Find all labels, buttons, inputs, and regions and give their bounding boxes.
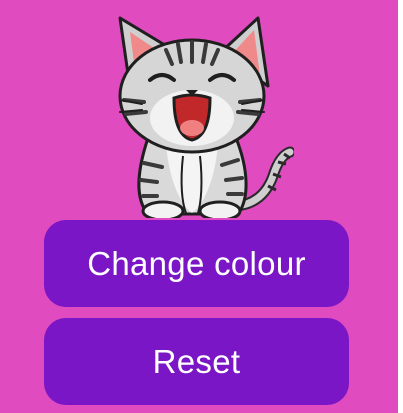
cat-icon <box>118 16 296 222</box>
cat-image <box>108 8 296 222</box>
window-edge <box>398 0 403 413</box>
reset-button[interactable]: Reset <box>44 318 349 405</box>
change-colour-button[interactable]: Change colour <box>44 220 349 307</box>
